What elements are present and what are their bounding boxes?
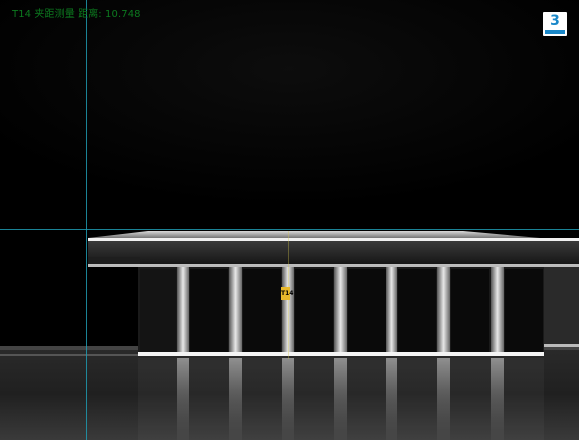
badge-underline	[545, 30, 565, 34]
crosshair-vertical	[86, 0, 87, 440]
camera-image-viewer[interactable]: T14 T14 夹距测量 距离: 10.748 3	[0, 0, 579, 440]
camera-number: 3	[550, 13, 560, 29]
camera-number-badge[interactable]: 3	[543, 12, 567, 36]
measurement-readout: T14 夹距测量 距离: 10.748	[12, 9, 141, 20]
crosshair-horizontal	[0, 229, 579, 230]
part-tag: T14	[281, 287, 293, 300]
